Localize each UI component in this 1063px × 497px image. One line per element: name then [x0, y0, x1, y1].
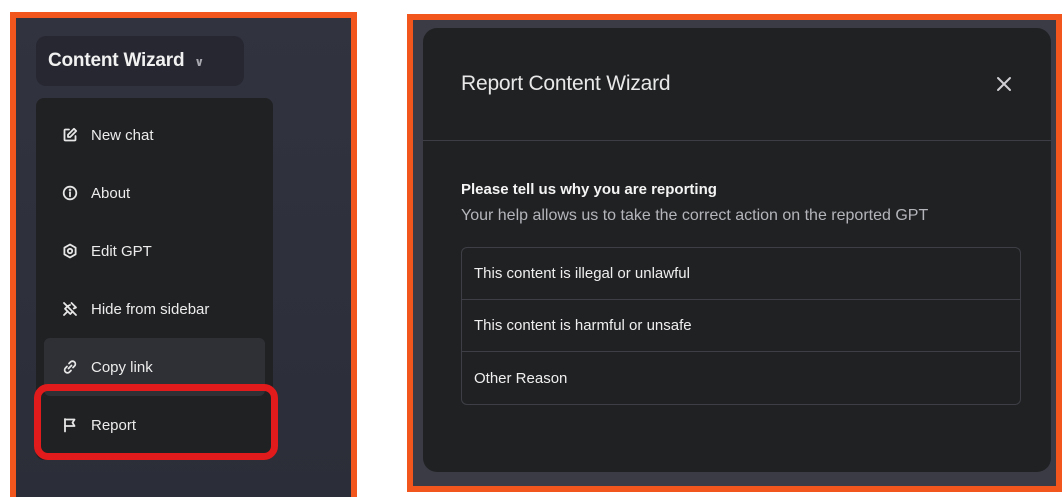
info-icon [62, 185, 78, 201]
flag-icon [62, 417, 78, 433]
menu-item-label: Edit GPT [91, 242, 152, 260]
reason-option-harmful[interactable]: This content is harmful or unsafe [462, 300, 1020, 352]
pin-off-icon [62, 301, 78, 317]
menu-item-edit-gpt[interactable]: Edit GPT [44, 222, 265, 280]
report-help-text: Your help allows us to take the correct … [461, 207, 929, 224]
menu-item-new-chat[interactable]: New chat [44, 106, 265, 164]
report-prompt: Please tell us why you are reporting [461, 181, 717, 198]
link-icon [62, 359, 78, 375]
menu-item-label: New chat [91, 126, 154, 144]
close-icon [997, 77, 1011, 91]
menu-item-hide-from-sidebar[interactable]: Hide from sidebar [44, 280, 265, 338]
menu-item-copy-link[interactable]: Copy link [44, 338, 265, 396]
reason-option-other[interactable]: Other Reason [462, 352, 1020, 404]
dialog-header: Report Content Wizard [423, 28, 1051, 141]
report-dialog-panel: Report Content Wizard Please tell us why… [407, 14, 1062, 492]
report-dialog: Report Content Wizard Please tell us why… [423, 28, 1051, 472]
dialog-title: Report Content Wizard [461, 72, 671, 95]
menu-item-label: Copy link [91, 358, 153, 376]
menu-item-label: Report [91, 416, 137, 434]
close-button[interactable] [993, 73, 1015, 95]
reason-option-illegal[interactable]: This content is illegal or unlawful [462, 248, 1020, 300]
menu-item-label: About [91, 184, 131, 202]
gear-icon [62, 243, 78, 259]
dialog-body: Please tell us why you are reporting You… [423, 141, 1051, 405]
chevron-down-icon: ∨ [194, 55, 204, 69]
menu-item-label: Hide from sidebar [91, 300, 210, 318]
gpt-dropdown-menu: New chat About Edit GPT Hide from sideba… [36, 98, 273, 460]
menu-item-about[interactable]: About [44, 164, 265, 222]
edit-icon [62, 127, 78, 143]
report-reason-list: This content is illegal or unlawful This… [461, 247, 1021, 405]
menu-item-report[interactable]: Report [44, 396, 265, 454]
gpt-name-label: Content Wizard [48, 50, 185, 71]
gpt-menu-panel: Content Wizard ∨ New chat About Edit GPT [10, 12, 357, 497]
gpt-name-dropdown[interactable]: Content Wizard ∨ [36, 36, 244, 86]
